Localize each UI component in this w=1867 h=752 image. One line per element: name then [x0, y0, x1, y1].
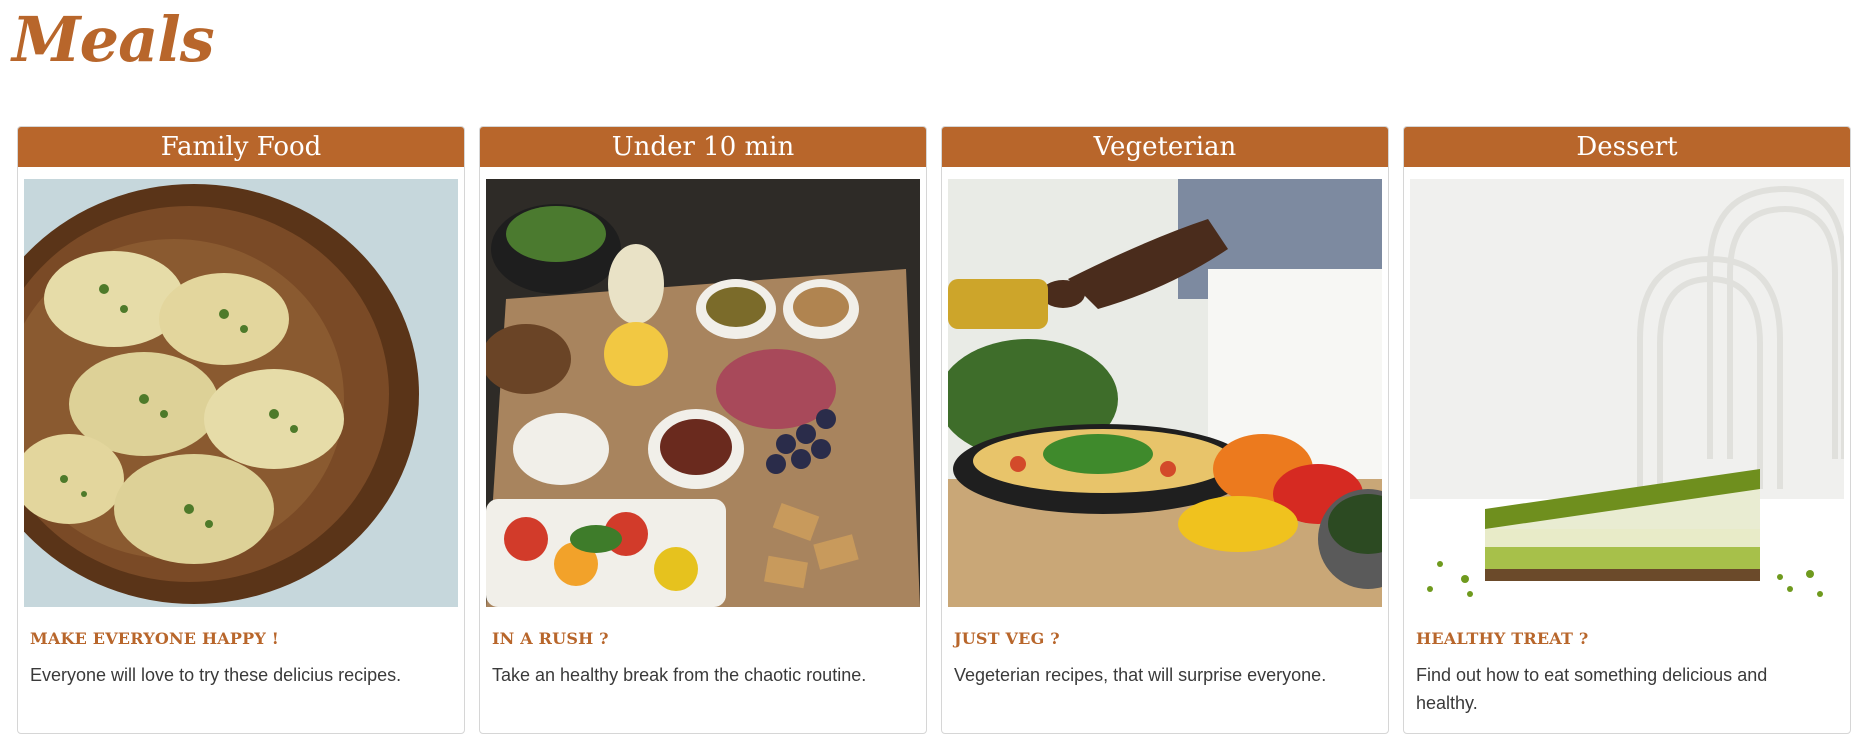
card-description: Take an healthy break from the chaotic r…	[492, 665, 867, 685]
card-title: Family Food	[18, 127, 464, 167]
meal-card-vegeterian[interactable]: Vegeterian JUST VEG ? Vegeterian recipes…	[941, 126, 1389, 734]
card-subtitle: MAKE EVERYONE HAPPY !	[30, 629, 279, 648]
card-title: Vegeterian	[942, 127, 1388, 167]
meal-cards: Family Food MAKE EVERYONE HAPPY ! Everyo…	[17, 126, 1853, 734]
card-subtitle: JUST VEG ?	[954, 629, 1060, 648]
card-title: Under 10 min	[480, 127, 926, 167]
card-subtitle: IN A RUSH ?	[492, 629, 609, 648]
meal-card-under-10-min[interactable]: Under 10 min IN A RUSH ? Take an healthy…	[479, 126, 927, 734]
site-logo[interactable]: Meals	[12, 0, 215, 80]
charcuterie-image[interactable]	[486, 179, 920, 607]
card-description: Vegeterian recipes, that will surprise e…	[954, 665, 1327, 685]
meal-card-dessert[interactable]: Dessert HEALTHY TREAT ? Find out how to …	[1403, 126, 1851, 734]
card-description: Find out how to eat something delicious …	[1416, 665, 1768, 713]
ravioli-image[interactable]	[24, 179, 458, 607]
card-title: Dessert	[1404, 127, 1850, 167]
card-subtitle: HEALTHY TREAT ?	[1416, 629, 1589, 648]
meal-card-family-food[interactable]: Family Food MAKE EVERYONE HAPPY ! Everyo…	[17, 126, 465, 734]
vegetarian-cooking-image[interactable]	[948, 179, 1382, 607]
card-description: Everyone will love to try these delicius…	[30, 665, 402, 685]
cake-image[interactable]	[1410, 179, 1844, 607]
